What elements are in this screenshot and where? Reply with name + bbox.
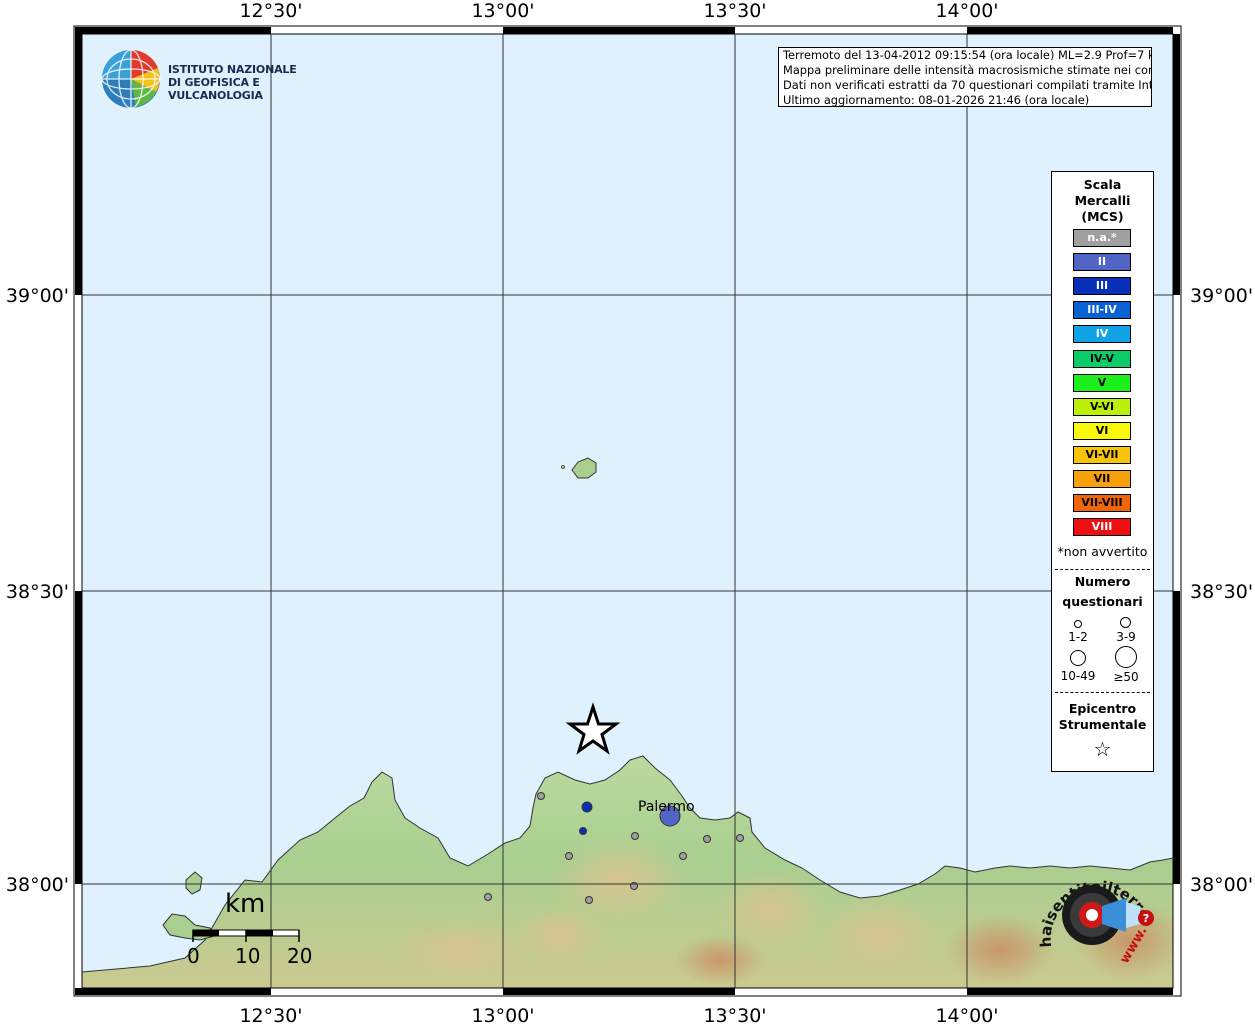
legend-separator <box>1055 569 1150 570</box>
place-label-palermo: Palermo <box>638 799 695 815</box>
haisentito-logo: haisentitoilterremoto.it www. ? <box>1026 844 1162 978</box>
mcs-scale-item: III <box>1073 277 1131 296</box>
size-circle-10-49 <box>1070 650 1086 666</box>
mcs-scale-item: n.a.* <box>1073 229 1131 247</box>
lat-label-right-2: 38°30' <box>1190 581 1253 603</box>
point-intensity-iii-small <box>579 827 587 835</box>
legend-title-scala: Scala <box>1083 177 1122 192</box>
scalebar-tick-20: 20 <box>287 944 313 968</box>
size-label-10-49: 10-49 <box>1060 669 1096 683</box>
epicenter-star-icon: ☆ <box>1093 737 1112 761</box>
lon-label-top-3: 13°30' <box>703 0 766 22</box>
size-label-3-9: 3-9 <box>1116 630 1136 644</box>
size-circle-3-9 <box>1120 617 1131 628</box>
mcs-scale-item: II <box>1073 253 1131 272</box>
mcs-scale-item: IV <box>1073 325 1131 344</box>
logo-line-2: DI GEOFISICA E VULCANOLOGIA <box>168 76 263 102</box>
mcs-scale-item: VII-VIII <box>1073 494 1131 513</box>
haisentito-emblem: haisentitoilterremoto.it www. ? <box>1026 844 1154 966</box>
lat-label-left-3: 38°00' <box>6 874 69 896</box>
scalebar-tick-0: 0 <box>187 944 200 968</box>
globe-icon <box>101 49 161 109</box>
legend-note: *non avvertito <box>1057 544 1148 559</box>
lon-label-bottom-1: 12°30' <box>239 1005 302 1024</box>
legend-count-title-1: Numero <box>1074 574 1131 589</box>
mcs-scale-item: V-VI <box>1073 397 1131 416</box>
svg-text:?: ? <box>1143 912 1149 925</box>
point-intensity-iii <box>581 801 593 813</box>
lat-label-right-3: 38°00' <box>1190 874 1253 896</box>
logo-line-1: ISTITUTO NAZIONALE <box>168 63 297 76</box>
legend-epicenter-title-1: Epicentro <box>1068 701 1137 716</box>
legend-count-title-2: questionari <box>1062 594 1143 609</box>
lon-label-top-2: 13°00' <box>471 0 534 22</box>
lon-label-top-1: 12°30' <box>239 0 302 22</box>
event-info-line-4: Ultimo aggiornamento: 08-01-2026 21:46 (… <box>783 93 1090 107</box>
lon-label-bottom-3: 13°30' <box>703 1005 766 1024</box>
mcs-scale-item: VI <box>1073 421 1131 440</box>
lat-label-left-2: 38°30' <box>6 581 69 603</box>
mcs-scale-item: VII <box>1073 470 1131 488</box>
event-info-line-1: Terremoto del 13-04-2012 09:15:54 (ora l… <box>783 48 1152 62</box>
lat-label-left-1: 39°00' <box>6 285 69 307</box>
mcs-scale-item: V <box>1073 373 1131 392</box>
event-info-line-3: Dati non verificati estratti da 70 quest… <box>783 78 1152 92</box>
event-info-box: Terremoto del 13-04-2012 09:15:54 (ora l… <box>778 47 1152 107</box>
mcs-scale-item: IV-V <box>1073 349 1131 368</box>
scalebar-unit: km <box>225 889 266 919</box>
size-label-50: ≥50 <box>1113 670 1139 684</box>
legend-title-mcs: (MCS) <box>1081 209 1124 224</box>
lon-label-bottom-4: 14°00' <box>935 1005 998 1024</box>
size-label-1-2: 1-2 <box>1068 630 1088 644</box>
lat-label-right-1: 39°00' <box>1190 285 1253 307</box>
ingv-logo: ISTITUTO NAZIONALE DI GEOFISICA E VULCAN… <box>100 48 340 110</box>
mcs-scale-item: III-IV <box>1073 301 1131 320</box>
mcs-scale-item: VIII <box>1073 518 1131 537</box>
mcs-scale-item: VI-VII <box>1073 445 1131 464</box>
event-info-line-2: Mappa preliminare delle intensità macros… <box>783 63 1152 77</box>
size-circle-50 <box>1115 646 1137 668</box>
legend-epicenter-title-2: Strumentale <box>1058 717 1147 732</box>
scalebar-tick-10: 10 <box>235 944 261 968</box>
legend-title-mercalli: Mercalli <box>1074 193 1131 208</box>
size-circle-1-2 <box>1074 620 1082 628</box>
legend: Scala Mercalli (MCS) n.a.* II III III-IV IV I… <box>1051 171 1154 772</box>
legend-separator-2 <box>1055 692 1150 693</box>
lon-label-top-4: 14°00' <box>935 0 998 22</box>
lon-label-bottom-2: 13°00' <box>471 1005 534 1024</box>
